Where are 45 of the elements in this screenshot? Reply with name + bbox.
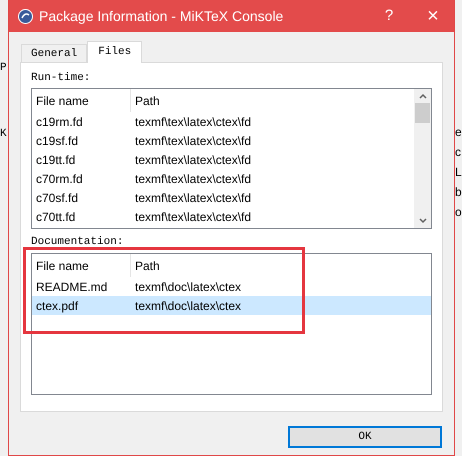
section-label: Documentation: (31, 235, 124, 249)
file-name: c19rm.fd (35, 114, 84, 130)
background-text: K (0, 128, 8, 140)
file-row[interactable]: c19tt.fd texmf\tex\latex\ctex\fd (32, 150, 414, 169)
file-name: c19sf.fd (35, 132, 80, 150)
window-title: Package Information - MiKTeX Console (39, 6, 284, 26)
file-row[interactable]: ctex.pdf texmf\doc\latex\ctex (32, 296, 431, 315)
scroll-thumb[interactable] (415, 103, 430, 123)
file-name: README.md (35, 278, 108, 296)
file-row[interactable]: c70sf.fd texmf\tex\latex\ctex\fd (32, 188, 414, 207)
column-header[interactable]: Path (131, 254, 431, 277)
tab[interactable]: General (21, 44, 88, 63)
column-header[interactable]: Path (131, 89, 414, 112)
file-path: texmf\doc\latex\ctex (134, 298, 242, 314)
column-header[interactable]: File name (32, 254, 131, 277)
file-name: c70tt.fd (35, 208, 76, 226)
background-text: L (455, 164, 462, 180)
close-button[interactable]: × (418, 1, 448, 31)
file-path: texmf\tex\latex\ctex\fd (134, 152, 252, 168)
background-text: o (455, 204, 462, 220)
file-row[interactable]: c19rm.fd texmf\tex\latex\ctex\fd (32, 112, 414, 131)
file-name: c70sf.fd (35, 190, 80, 206)
file-name: c70rm.fd (35, 170, 84, 188)
file-row[interactable]: c70rm.fd texmf\tex\latex\ctex\fd (32, 169, 414, 188)
file-row[interactable]: c70tt.fd texmf\tex\latex\ctex\fd (32, 207, 414, 226)
ok-button[interactable]: OK (288, 426, 442, 448)
file-path: texmf\tex\latex\ctex\fd (134, 208, 252, 226)
background-text: b (455, 184, 462, 200)
file-name: ctex.pdf (35, 298, 80, 314)
section-label: Run-time: (31, 71, 92, 85)
file-path: texmf\doc\latex\ctex (134, 278, 242, 296)
app-icon (18, 8, 33, 24)
background-text: P (0, 62, 8, 74)
file-row[interactable]: c19sf.fd texmf\tex\latex\ctex\fd (32, 131, 414, 150)
file-name: c19tt.fd (35, 152, 76, 168)
column-header[interactable]: File name (32, 89, 131, 112)
tab[interactable]: Files (87, 41, 142, 63)
file-row[interactable]: README.md texmf\doc\latex\ctex (32, 277, 431, 296)
file-path: texmf\tex\latex\ctex\fd (134, 132, 252, 150)
background-text: c (455, 144, 462, 160)
file-path: texmf\tex\latex\ctex\fd (134, 190, 252, 206)
file-path: texmf\tex\latex\ctex\fd (134, 170, 252, 188)
help-button[interactable]: ? (374, 4, 404, 28)
background-text: e (455, 124, 462, 140)
file-path: texmf\tex\latex\ctex\fd (134, 114, 252, 130)
